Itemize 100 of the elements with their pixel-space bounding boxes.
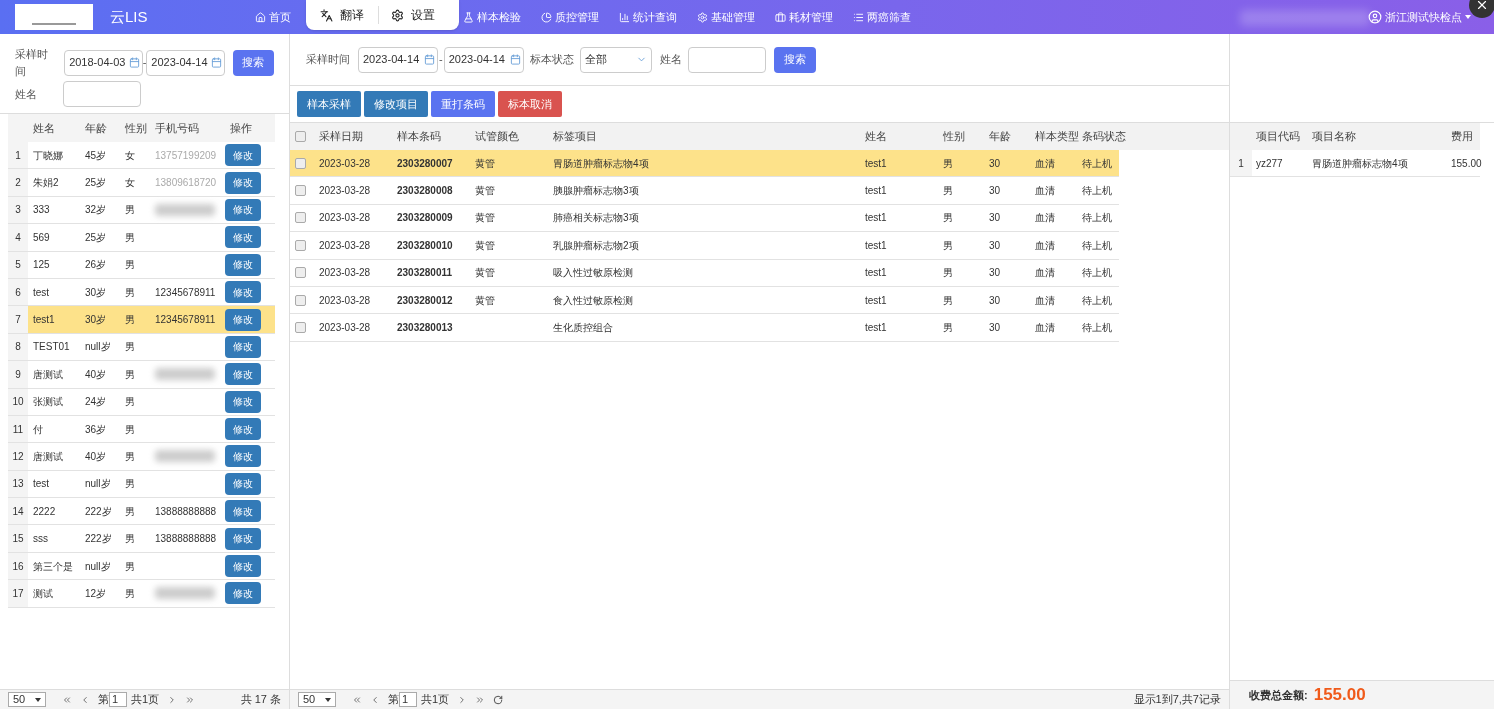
patient-row[interactable]: 7 test1 30岁 男 12345678911 修改 <box>8 306 275 334</box>
patient-row[interactable]: 17 测试 12岁 男 修改 <box>8 580 275 608</box>
popup-item[interactable]: 设置 <box>391 6 435 24</box>
edit-button[interactable]: 修改 <box>225 198 261 221</box>
date-field[interactable]: 2023-04-14 <box>146 49 225 76</box>
name-input[interactable] <box>687 46 766 73</box>
toolbar-button[interactable]: 标本取消 <box>498 91 562 117</box>
edit-button[interactable]: 修改 <box>225 144 261 167</box>
popup-item[interactable]: 翻译 <box>320 6 379 24</box>
calendar-icon[interactable] <box>128 57 140 68</box>
row-checkbox[interactable] <box>295 322 306 334</box>
patient-row[interactable]: 16 第三个是 null岁 男 修改 <box>8 552 275 581</box>
refresh-icon[interactable] <box>493 694 504 705</box>
table-cell-text: 40岁 <box>84 367 108 382</box>
patient-row[interactable]: 8 TEST01 null岁 男 修改 <box>8 333 275 362</box>
first-page-icon[interactable] <box>352 694 362 705</box>
nav-item[interactable]: 基础管理 <box>696 8 755 26</box>
patient-row[interactable]: 13 test null岁 男 修改 <box>8 470 275 499</box>
edit-button[interactable]: 修改 <box>225 226 261 249</box>
first-page-icon[interactable] <box>62 694 72 705</box>
search-button[interactable]: 搜索 <box>232 49 274 76</box>
record-info: 显示1到7,共7记录 <box>1133 692 1221 708</box>
page-input[interactable]: 1 <box>399 692 417 707</box>
table-cell-text: 付 <box>32 422 44 437</box>
patient-row[interactable]: 1 丁晓娜 45岁 女 13757199209 修改 <box>8 142 275 170</box>
nav-item[interactable]: 样本检验 <box>462 8 521 26</box>
patient-row[interactable]: 10 张测试 24岁 男 修改 <box>8 388 275 416</box>
patient-row[interactable]: 6 test 30岁 男 12345678911 修改 <box>8 278 275 307</box>
row-number: 17 <box>8 580 28 607</box>
calendar-icon[interactable] <box>424 54 435 65</box>
edit-button[interactable]: 修改 <box>225 390 261 413</box>
edit-button[interactable]: 修改 <box>225 472 261 495</box>
nav-item[interactable]: 两癌筛查 <box>852 8 911 26</box>
patient-row[interactable]: 15 sss 222岁 男 13888888888 修改 <box>8 525 275 553</box>
table-cell-text: 乳腺肿瘤标志物2项 <box>552 238 640 253</box>
toolbar-button[interactable]: 样本采样 <box>297 91 361 117</box>
table-cell-text: 32岁 <box>84 203 108 218</box>
search-button[interactable]: 搜索 <box>773 46 816 73</box>
edit-button[interactable]: 修改 <box>225 500 261 523</box>
last-page-icon[interactable] <box>475 694 486 705</box>
edit-button[interactable]: 修改 <box>225 418 261 441</box>
table-cell-text: 2303280011 <box>396 266 454 281</box>
edit-button[interactable]: 修改 <box>225 363 261 386</box>
edit-button[interactable]: 修改 <box>225 527 261 550</box>
calendar-icon[interactable] <box>509 54 521 65</box>
patient-row[interactable]: 3 333 32岁 男 修改 <box>8 196 275 225</box>
patient-row[interactable]: 14 2222 222岁 男 13888888888 修改 <box>8 498 275 526</box>
previous-page-icon[interactable] <box>370 694 380 705</box>
date-field[interactable]: 2023-04-14 <box>358 46 438 73</box>
row-checkbox[interactable] <box>295 267 306 279</box>
edit-button[interactable]: 修改 <box>225 582 261 605</box>
name-input[interactable] <box>63 81 141 107</box>
home-icon <box>254 11 266 23</box>
sample-row[interactable]: 2023-03-28 2303280007 黄管 胃肠道肿瘤标志物4项 test1 男 30 血清 待上机 <box>290 150 1119 178</box>
table-cell-text: 2023-03-28 <box>318 211 372 226</box>
patient-row[interactable]: 2 朱娟2 25岁 女 13809618720 修改 <box>8 169 275 197</box>
toolbar-button[interactable]: 重打条码 <box>431 91 495 117</box>
row-checkbox[interactable] <box>295 157 306 169</box>
table-cell-text: 血清 <box>1034 321 1056 336</box>
nav-item[interactable]: 统计查询 <box>618 8 677 26</box>
edit-button[interactable]: 修改 <box>225 171 261 194</box>
table-cell-text: 食入性过敏原检测 <box>552 293 634 308</box>
date-field[interactable]: 2023-04-14 <box>443 46 524 73</box>
date-field[interactable]: 2018-04-03 <box>64 49 143 76</box>
toolbar-button[interactable]: 修改项目 <box>364 91 428 117</box>
edit-button[interactable]: 修改 <box>225 555 261 578</box>
nav-item[interactable]: 耗材管理 <box>774 8 833 26</box>
row-checkbox[interactable] <box>295 131 306 142</box>
page-input[interactable]: 1 <box>109 692 127 707</box>
row-checkbox[interactable] <box>295 239 306 251</box>
row-checkbox[interactable] <box>295 212 306 224</box>
row-checkbox[interactable] <box>295 294 306 306</box>
row-number: 1 <box>8 142 28 169</box>
pie-chart-icon <box>540 11 552 23</box>
table-cell-text: 男 <box>942 211 954 226</box>
previous-page-icon[interactable] <box>80 694 90 705</box>
status-select[interactable]: 全部 <box>579 46 652 73</box>
patient-row[interactable]: 5 125 26岁 男 修改 <box>8 251 275 279</box>
nav-item[interactable]: 质控管理 <box>540 8 599 26</box>
table-cell-text: 30岁 <box>84 313 108 328</box>
table-cell-text: 13888888888 <box>155 504 217 519</box>
patient-row[interactable]: 12 唐测试 40岁 男 修改 <box>8 443 275 471</box>
page-size-select[interactable]: 50 <box>8 692 46 707</box>
row-checkbox[interactable] <box>295 185 306 197</box>
edit-button[interactable]: 修改 <box>225 253 261 276</box>
edit-button[interactable]: 修改 <box>225 308 261 331</box>
page-size-select[interactable]: 50 <box>298 692 336 707</box>
table-cell-text: 男 <box>942 184 954 199</box>
calendar-icon[interactable] <box>210 57 222 68</box>
patient-row[interactable]: 9 唐测试 40岁 男 修改 <box>8 361 275 389</box>
nav-item[interactable]: 首页 <box>254 8 291 26</box>
edit-button[interactable]: 修改 <box>225 335 261 358</box>
patient-row[interactable]: 4 569 25岁 男 修改 <box>8 224 275 252</box>
edit-button[interactable]: 修改 <box>225 445 261 468</box>
last-page-icon[interactable] <box>185 694 196 705</box>
edit-button[interactable]: 修改 <box>225 281 261 304</box>
table-cell-text: 2222 <box>32 504 57 519</box>
row-number: 5 <box>8 251 28 278</box>
patient-row[interactable]: 11 付 36岁 男 修改 <box>8 415 275 444</box>
table-cell-text: 女 <box>124 148 136 163</box>
